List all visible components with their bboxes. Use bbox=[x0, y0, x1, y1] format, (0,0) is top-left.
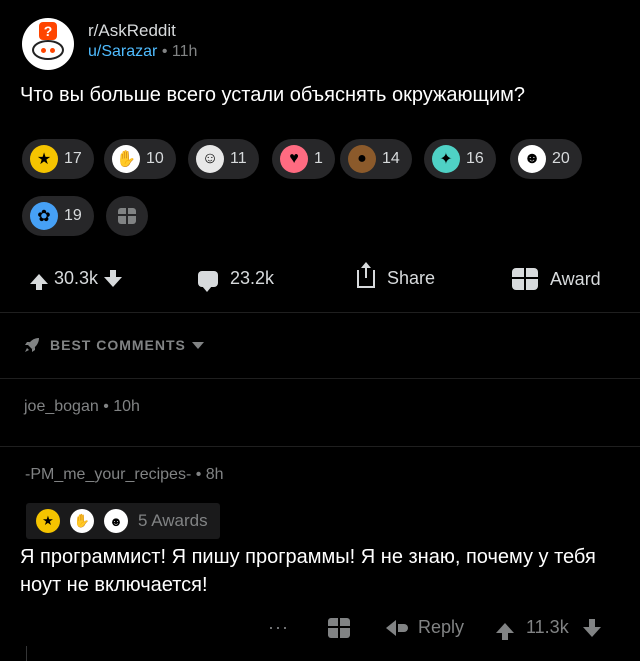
gold-award-icon: ★ bbox=[30, 145, 58, 173]
post-header: ? r/AskReddit u/Sarazar • 11h bbox=[22, 18, 197, 70]
award-count: 17 bbox=[64, 150, 82, 167]
share-icon bbox=[357, 261, 375, 288]
dot-separator: • bbox=[161, 43, 172, 60]
downvote-icon[interactable] bbox=[104, 269, 123, 287]
downvote-icon[interactable] bbox=[582, 618, 601, 637]
post-age: 11h bbox=[171, 43, 198, 60]
award-pill[interactable]: ✦ 16 bbox=[424, 139, 496, 179]
dot-separator: • bbox=[195, 466, 206, 483]
share-label: Share bbox=[387, 268, 436, 288]
more-dots-icon: ··· bbox=[268, 617, 289, 637]
award-pill[interactable]: ★ 17 bbox=[22, 139, 94, 179]
award-count: 16 bbox=[466, 150, 484, 167]
share-button[interactable]: Share bbox=[357, 261, 436, 289]
reply-button[interactable]: Reply bbox=[386, 617, 464, 638]
divider bbox=[0, 312, 640, 313]
reply-label: Reply bbox=[418, 617, 465, 637]
comments-button[interactable]: 23.2k bbox=[198, 268, 275, 292]
question-mark-icon: ? bbox=[39, 22, 57, 40]
dot-separator: • bbox=[103, 398, 114, 415]
gift-icon bbox=[118, 208, 136, 224]
give-award-button[interactable] bbox=[106, 196, 148, 236]
rocket-icon bbox=[25, 338, 39, 352]
comment-count: 23.2k bbox=[230, 268, 275, 288]
clapping-hands-icon: ✋ bbox=[70, 509, 94, 533]
subreddit-avatar[interactable]: ? bbox=[22, 18, 74, 70]
gift-icon bbox=[328, 618, 350, 638]
heart-face-icon: ♥ bbox=[280, 145, 308, 173]
chevron-down-icon bbox=[191, 341, 204, 349]
comment-header[interactable]: joe_bogan • 10h bbox=[24, 398, 140, 416]
award-count: 19 bbox=[64, 207, 82, 224]
award-button[interactable]: Award bbox=[512, 268, 601, 290]
divider bbox=[0, 378, 640, 379]
clapping-hands-icon: ✋ bbox=[112, 145, 140, 173]
upvote-icon[interactable] bbox=[30, 273, 48, 290]
snoo-face-icon: ☺ bbox=[196, 145, 224, 173]
award-count: 10 bbox=[146, 150, 164, 167]
comment-awards[interactable]: ★ ✋ ☻ 5 Awards bbox=[26, 503, 220, 539]
helpful-award-icon: ✿ bbox=[30, 202, 58, 230]
vote-count: 30.3k bbox=[54, 268, 99, 288]
award-count: 11 bbox=[230, 150, 247, 167]
comment-vote-count: 11.3k bbox=[526, 617, 569, 637]
awards-count-label: 5 Awards bbox=[138, 511, 208, 530]
comment-body: Я программист! Я пишу программы! Я не зн… bbox=[20, 546, 596, 596]
gift-icon bbox=[512, 268, 538, 290]
reply-icon bbox=[386, 619, 396, 636]
award-pill[interactable]: ☻ 20 bbox=[510, 139, 582, 179]
pile-award-icon: ● bbox=[348, 145, 376, 173]
divider bbox=[0, 446, 640, 447]
thread-line[interactable] bbox=[26, 646, 27, 661]
wholesome-award-icon: ☻ bbox=[518, 145, 546, 173]
award-count: 1 bbox=[314, 150, 323, 167]
comment-author[interactable]: joe_bogan bbox=[24, 398, 99, 415]
post-actions-bar: 30.3k 23.2k Share Award bbox=[0, 260, 640, 300]
more-options-button[interactable]: ··· bbox=[268, 617, 289, 638]
comment-actions-bar: ··· Reply 11.3k bbox=[0, 611, 640, 645]
award-count: 14 bbox=[382, 150, 400, 167]
vote-group: 30.3k bbox=[30, 268, 123, 290]
wholesome-award-icon: ☻ bbox=[104, 509, 128, 533]
gold-award-icon: ★ bbox=[36, 509, 60, 533]
sort-label: BEST COMMENTS bbox=[50, 337, 186, 353]
angel-award-icon: ✦ bbox=[432, 145, 460, 173]
award-pill[interactable]: ♥ 1 bbox=[272, 139, 335, 179]
award-pill[interactable]: ☺ 11 bbox=[188, 139, 259, 179]
comment-bubble-icon bbox=[198, 270, 218, 292]
comment-author[interactable]: -PM_me_your_recipes- bbox=[25, 466, 191, 483]
snoo-face-icon bbox=[32, 40, 64, 60]
award-label: Award bbox=[550, 268, 601, 289]
comment-header[interactable]: -PM_me_your_recipes- • 8h bbox=[25, 466, 224, 484]
author-line: u/Sarazar • 11h bbox=[88, 42, 197, 62]
comment-vote-group: 11.3k bbox=[496, 617, 601, 640]
post-meta: r/AskReddit u/Sarazar • 11h bbox=[88, 18, 197, 62]
comment-age: 8h bbox=[205, 466, 224, 483]
comment-award-button[interactable] bbox=[328, 618, 350, 638]
post-title[interactable]: Что вы больше всего устали объяснять окр… bbox=[20, 84, 525, 107]
award-pill[interactable]: ✋ 10 bbox=[104, 139, 176, 179]
award-pill[interactable]: ✿ 19 bbox=[22, 196, 94, 236]
comment-sort-dropdown[interactable]: BEST COMMENTS bbox=[22, 335, 204, 355]
upvote-icon[interactable] bbox=[496, 622, 514, 640]
award-count: 20 bbox=[552, 150, 570, 167]
post-author[interactable]: u/Sarazar bbox=[88, 43, 157, 60]
subreddit-name[interactable]: r/AskReddit bbox=[88, 20, 197, 42]
reply-icon-tail bbox=[398, 623, 408, 632]
award-pill[interactable]: ● 14 bbox=[340, 139, 412, 179]
comment-age: 10h bbox=[113, 398, 140, 415]
